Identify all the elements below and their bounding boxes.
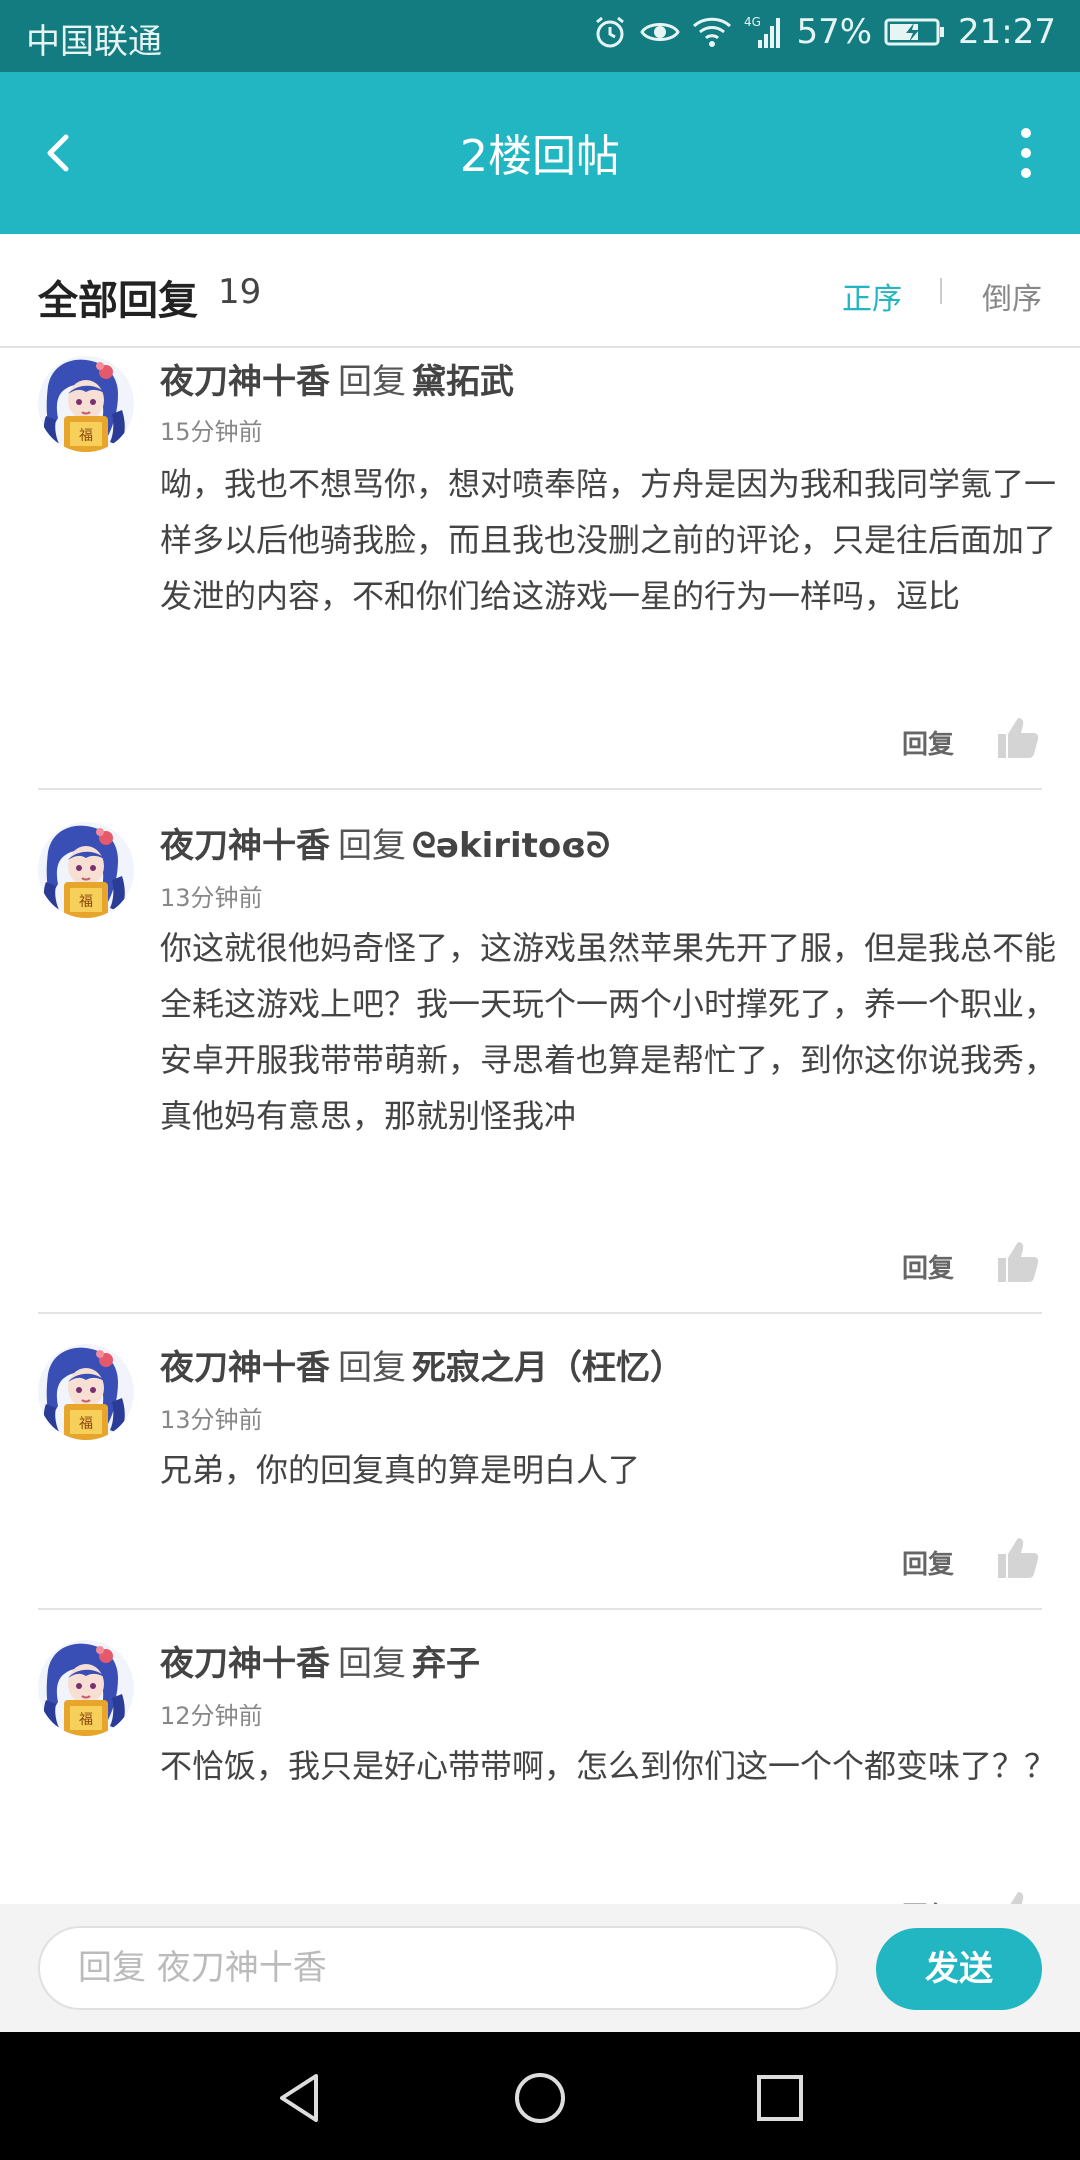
app-header: 2楼回帖 xyxy=(0,72,1080,234)
comment-author[interactable]: 夜刀神十香 xyxy=(160,1348,330,1388)
reply-word: 回复 xyxy=(338,1644,406,1684)
replies-header: 全部回复 19 正序 倒序 xyxy=(0,234,1080,348)
thumbs-up-icon[interactable] xyxy=(994,1238,1042,1286)
reply-word: 回复 xyxy=(338,362,406,402)
comment-author[interactable]: 夜刀神十香 xyxy=(160,1644,330,1684)
comment-author[interactable]: 夜刀神十香 xyxy=(160,362,330,402)
clock: 21:27 xyxy=(958,12,1056,52)
alarm-icon xyxy=(596,16,625,48)
thumbs-up-icon[interactable] xyxy=(994,714,1042,762)
send-button[interactable]: 发送 xyxy=(876,1928,1042,2010)
wifi-icon xyxy=(693,17,732,47)
reply-word: 回复 xyxy=(338,826,406,866)
comment-time: 13分钟前 xyxy=(160,1406,263,1434)
comment-text: 不恰饭，我只是好心带带啊，怎么到你们这一个个都变味了？？ xyxy=(160,1747,1057,1785)
reply-button[interactable]: 回复 xyxy=(902,1896,954,1904)
sort-divider xyxy=(940,278,942,304)
comment-header: 夜刀神十香 回复 ᘓəkiritoɞᘐ xyxy=(160,818,610,867)
avatar[interactable] xyxy=(38,356,134,452)
reply-button[interactable]: 回复 xyxy=(902,1248,954,1285)
reply-count: 19 xyxy=(218,272,262,312)
comment-item: 夜刀神十香 回复 死寂之月（枉忆） 13分钟前 兄弟，你的回复真的算是明白人了 回复 xyxy=(38,1314,1042,1610)
reply-button[interactable]: 回复 xyxy=(902,1544,954,1581)
comment-item: 夜刀神十香 回复 ᘓəkiritoɞᘐ 13分钟前 你这就很他妈奇怪了，这游戏虽然苹… xyxy=(38,792,1056,1314)
page-title: 2楼回帖 xyxy=(460,131,620,182)
comment-divider xyxy=(38,788,1042,790)
nav-recents-icon[interactable] xyxy=(750,2068,810,2128)
status-bar: 中国联通 4G 57% 21:27 xyxy=(0,0,1080,72)
status-icons: 4G 57% 21:27 xyxy=(592,12,1056,52)
comment-text: 你这就很他妈奇怪了，这游戏虽然苹果先开了服，但是我总不能全耗这游戏上吧？我一天玩… xyxy=(160,929,1057,1135)
thumbs-up-icon[interactable] xyxy=(994,1888,1042,1904)
comment-header: 夜刀神十香 回复 弃子 xyxy=(160,1636,480,1685)
network-label: 4G xyxy=(744,15,761,29)
reply-target[interactable]: 弃子 xyxy=(412,1644,480,1684)
reply-word: 回复 xyxy=(338,1348,406,1388)
comment-header: 夜刀神十香 回复 黛拓武 xyxy=(160,354,514,403)
comment-item: 夜刀神十香 回复 弃子 12分钟前 不恰饭，我只是好心带带啊，怎么到你们这一个个都变… xyxy=(38,1610,1056,1904)
comment-time: 15分钟前 xyxy=(160,418,263,446)
reply-target[interactable]: 黛拓武 xyxy=(412,362,514,402)
reply-target[interactable]: ᘓəkiritoɞᘐ xyxy=(412,826,610,866)
reply-bar: 回复 夜刀神十香 发送 xyxy=(0,1904,1080,2032)
system-nav-bar xyxy=(0,2032,1080,2160)
signal-icon: 4G xyxy=(744,15,781,48)
eye-icon xyxy=(640,23,681,41)
avatar[interactable] xyxy=(38,822,134,918)
thumbs-up-icon[interactable] xyxy=(994,1534,1042,1582)
comment-time: 13分钟前 xyxy=(160,884,263,912)
more-icon[interactable] xyxy=(996,120,1056,186)
nav-back-icon[interactable] xyxy=(270,2068,330,2128)
carrier-name: 中国联通 xyxy=(26,22,162,62)
sort-descending-button[interactable]: 倒序 xyxy=(982,274,1042,318)
comment-text: 兄弟，你的回复真的算是明白人了 xyxy=(160,1451,641,1489)
sort-ascending-button[interactable]: 正序 xyxy=(842,274,902,318)
comment-time: 12分钟前 xyxy=(160,1702,263,1730)
comment-item: 夜刀神十香 回复 黛拓武 15分钟前 呦，我也不想骂你，想对喷奉陪，方舟是因为我和我… xyxy=(38,350,1056,790)
avatar[interactable] xyxy=(38,1640,134,1736)
battery-icon xyxy=(884,18,945,46)
reply-button[interactable]: 回复 xyxy=(902,724,954,761)
all-replies-title: 全部回复 xyxy=(38,278,198,324)
comment-list[interactable]: 夜刀神十香 回复 黛拓武 15分钟前 呦，我也不想骂你，想对喷奉陪，方舟是因为我和我… xyxy=(0,350,1080,1904)
nav-home-icon[interactable] xyxy=(510,2068,570,2128)
comment-author[interactable]: 夜刀神十香 xyxy=(160,826,330,866)
reply-target[interactable]: 死寂之月（枉忆） xyxy=(412,1348,684,1388)
comment-text: 呦，我也不想骂你，想对喷奉陪，方舟是因为我和我同学氪了一样多以后他骑我脸，而且我… xyxy=(160,465,1057,615)
comment-header: 夜刀神十香 回复 死寂之月（枉忆） xyxy=(160,1340,684,1389)
battery-percent: 57% xyxy=(796,12,873,52)
avatar[interactable] xyxy=(38,1344,134,1440)
reply-input[interactable]: 回复 夜刀神十香 xyxy=(38,1926,838,2010)
